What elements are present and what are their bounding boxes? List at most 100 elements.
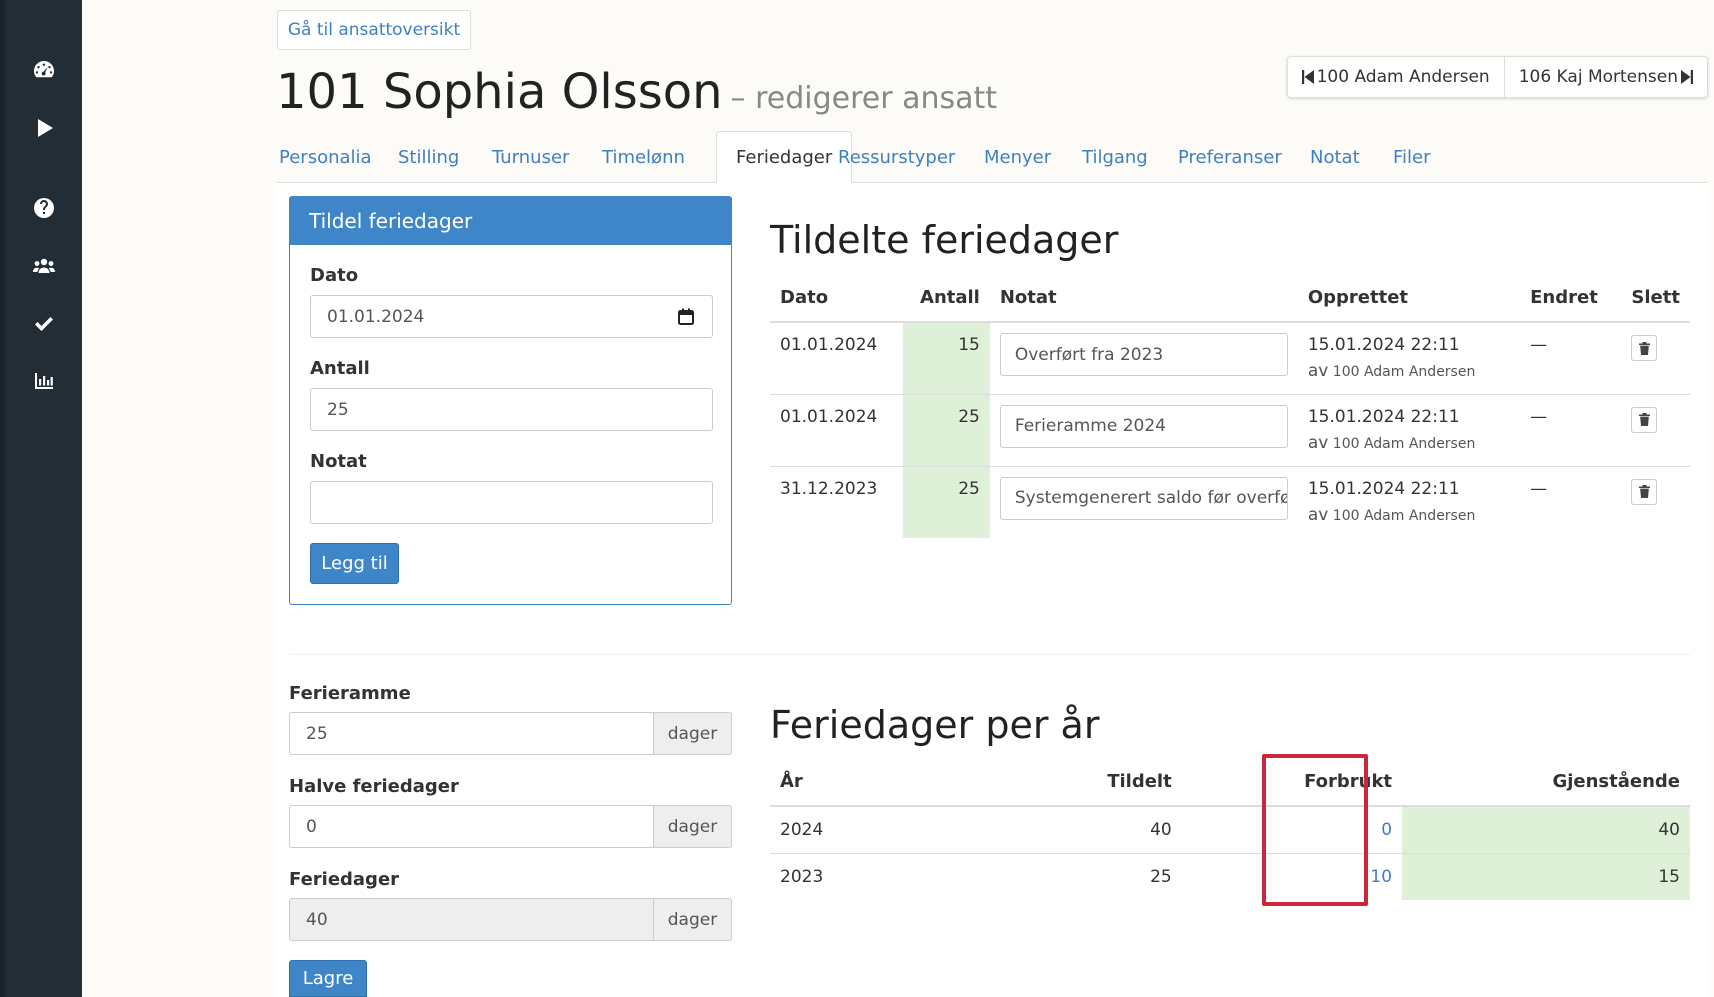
- table-row: 31.12.2023 25 Systemgenerert saldo før o…: [770, 466, 1690, 538]
- table-row: 01.01.2024 25 Ferieramme 2024 15.01.2024…: [770, 394, 1690, 466]
- date-label: Dato: [310, 265, 359, 286]
- created-timestamp: 15.01.2024 22:11: [1307, 335, 1460, 355]
- col-assigned: Tildelt: [892, 758, 1182, 807]
- employee-navigation: 100 Adam Andersen 106 Kaj Mortensen: [1286, 56, 1708, 98]
- delete-button[interactable]: [1631, 478, 1658, 505]
- vacation-days-input: 40: [289, 898, 654, 941]
- per-year-table: År Tildelt Forbrukt Gjenstående 2024 40 …: [770, 758, 1690, 900]
- row-date: 01.01.2024: [780, 406, 878, 427]
- delete-button[interactable]: [1631, 335, 1658, 361]
- table-row: 2023 25 10 15: [770, 853, 1690, 900]
- tab-feriedager[interactable]: Feriedager: [716, 131, 853, 184]
- row-amount: 25: [903, 466, 990, 538]
- table-row: 2024 40 0 40: [770, 806, 1690, 853]
- users-icon[interactable]: [30, 252, 58, 280]
- row-changed: —: [1530, 478, 1548, 499]
- per-year-heading: Feriedager per år: [770, 703, 1100, 747]
- created-timestamp: 15.01.2024 22:11: [1307, 478, 1460, 499]
- note-label: Notat: [310, 451, 367, 472]
- col-used: Forbrukt: [1181, 758, 1403, 807]
- col-created: Opprettet: [1297, 274, 1521, 323]
- skip-forward-icon: [1681, 70, 1693, 84]
- tab-notat[interactable]: Notat: [1310, 131, 1360, 183]
- page-subtitle: – redigerer ansatt: [730, 81, 998, 116]
- row-year: 2023: [780, 866, 824, 887]
- col-delete: Slett: [1621, 274, 1690, 323]
- row-created: 15.01.2024 22:11 av 100 Adam Andersen: [1298, 322, 1520, 394]
- tab-timelonn[interactable]: Timelønn: [602, 131, 685, 183]
- page-title: 101 Sophia Olsson – redigerer ansatt: [276, 64, 997, 120]
- frame-label: Ferieramme: [289, 683, 411, 704]
- tab-preferanser[interactable]: Preferanser: [1178, 131, 1282, 183]
- col-changed: Endret: [1520, 274, 1622, 323]
- row-used-link[interactable]: 0: [1182, 806, 1402, 853]
- row-note-input[interactable]: Ferieramme 2024: [999, 404, 1288, 448]
- tab-menyer[interactable]: Menyer: [984, 131, 1051, 183]
- dashboard-icon[interactable]: [30, 56, 58, 84]
- vacation-days-unit: dager: [654, 898, 732, 941]
- row-assigned: 25: [1150, 866, 1172, 887]
- delete-button[interactable]: [1631, 406, 1658, 433]
- half-days-label: Halve feriedager: [289, 776, 459, 797]
- sidebar-edge: [0, 0, 5, 997]
- tab-ressurstyper[interactable]: Ressurstyper: [838, 131, 955, 183]
- half-days-input[interactable]: 0: [289, 805, 654, 848]
- created-by-user: 100 Adam Andersen: [1332, 507, 1476, 524]
- row-amount: 25: [903, 394, 990, 466]
- trash-icon: [1638, 341, 1650, 355]
- tab-filer[interactable]: Filer: [1393, 131, 1431, 183]
- created-by: av 100 Adam Andersen: [1308, 361, 1510, 381]
- created-timestamp: 15.01.2024 22:11: [1307, 406, 1460, 427]
- row-assigned: 40: [1150, 819, 1172, 840]
- next-employee-button[interactable]: 106 Kaj Mortensen: [1503, 57, 1707, 97]
- row-remaining: 15: [1402, 853, 1690, 900]
- panel-title: Tildel feriedager: [290, 197, 731, 245]
- chart-icon[interactable]: [30, 367, 58, 395]
- row-used-link[interactable]: 10: [1182, 853, 1402, 900]
- table-row: 01.01.2024 15 Overført fra 2023 15.01.20…: [770, 322, 1690, 394]
- row-year: 2024: [780, 819, 824, 840]
- frame-unit: dager: [654, 712, 732, 755]
- sidebar: [0, 0, 82, 997]
- col-remaining: Gjenstående: [1402, 758, 1690, 807]
- back-to-overview-button[interactable]: Gå til ansattoversikt: [277, 10, 471, 50]
- created-by-user: 100 Adam Andersen: [1332, 364, 1476, 380]
- created-by: av 100 Adam Andersen: [1308, 433, 1510, 453]
- row-created: 15.01.2024 22:11 av 100 Adam Andersen: [1298, 466, 1520, 538]
- vacation-days-label: Feriedager: [289, 869, 400, 890]
- half-days-unit: dager: [654, 805, 732, 848]
- save-button[interactable]: Lagre: [289, 960, 367, 997]
- date-input[interactable]: 01.01.2024: [310, 295, 713, 338]
- calendar-icon[interactable]: [678, 308, 694, 325]
- frame-input[interactable]: 25: [289, 712, 654, 755]
- created-by-prefix: av: [1307, 432, 1329, 453]
- check-icon[interactable]: [30, 310, 58, 338]
- add-button[interactable]: Legg til: [310, 543, 399, 584]
- row-created: 15.01.2024 22:11 av 100 Adam Andersen: [1298, 394, 1520, 466]
- row-date: 31.12.2023: [780, 478, 878, 499]
- tab-tilgang[interactable]: Tilgang: [1082, 131, 1148, 183]
- play-icon[interactable]: [30, 114, 58, 142]
- row-note-input[interactable]: Systemgenerert saldo før overføring: [999, 476, 1288, 520]
- prev-employee-label: 100 Adam Andersen: [1316, 67, 1490, 87]
- created-by-prefix: av: [1307, 361, 1329, 381]
- tab-personalia[interactable]: Personalia: [279, 131, 372, 183]
- row-date: 01.01.2024: [780, 335, 878, 355]
- vacation-days-input-group: 40 dager: [289, 898, 732, 941]
- row-note-input[interactable]: Overført fra 2023: [999, 333, 1288, 376]
- tab-turnuser[interactable]: Turnuser: [492, 131, 569, 183]
- note-input[interactable]: [310, 481, 713, 524]
- amount-label: Antall: [310, 358, 370, 379]
- col-date: Dato: [770, 274, 904, 323]
- created-by-user: 100 Adam Andersen: [1332, 435, 1476, 452]
- section-divider: [289, 654, 1690, 655]
- help-icon[interactable]: [30, 194, 58, 222]
- skip-back-icon: [1301, 70, 1314, 84]
- amount-input[interactable]: 25: [310, 388, 713, 431]
- frame-input-group: 25 dager: [289, 712, 732, 755]
- row-changed: —: [1530, 335, 1548, 355]
- created-by: av 100 Adam Andersen: [1308, 505, 1510, 525]
- tab-stilling[interactable]: Stilling: [398, 131, 459, 183]
- prev-employee-button[interactable]: 100 Adam Andersen: [1288, 57, 1504, 97]
- employee-name: 101 Sophia Olsson: [276, 64, 723, 120]
